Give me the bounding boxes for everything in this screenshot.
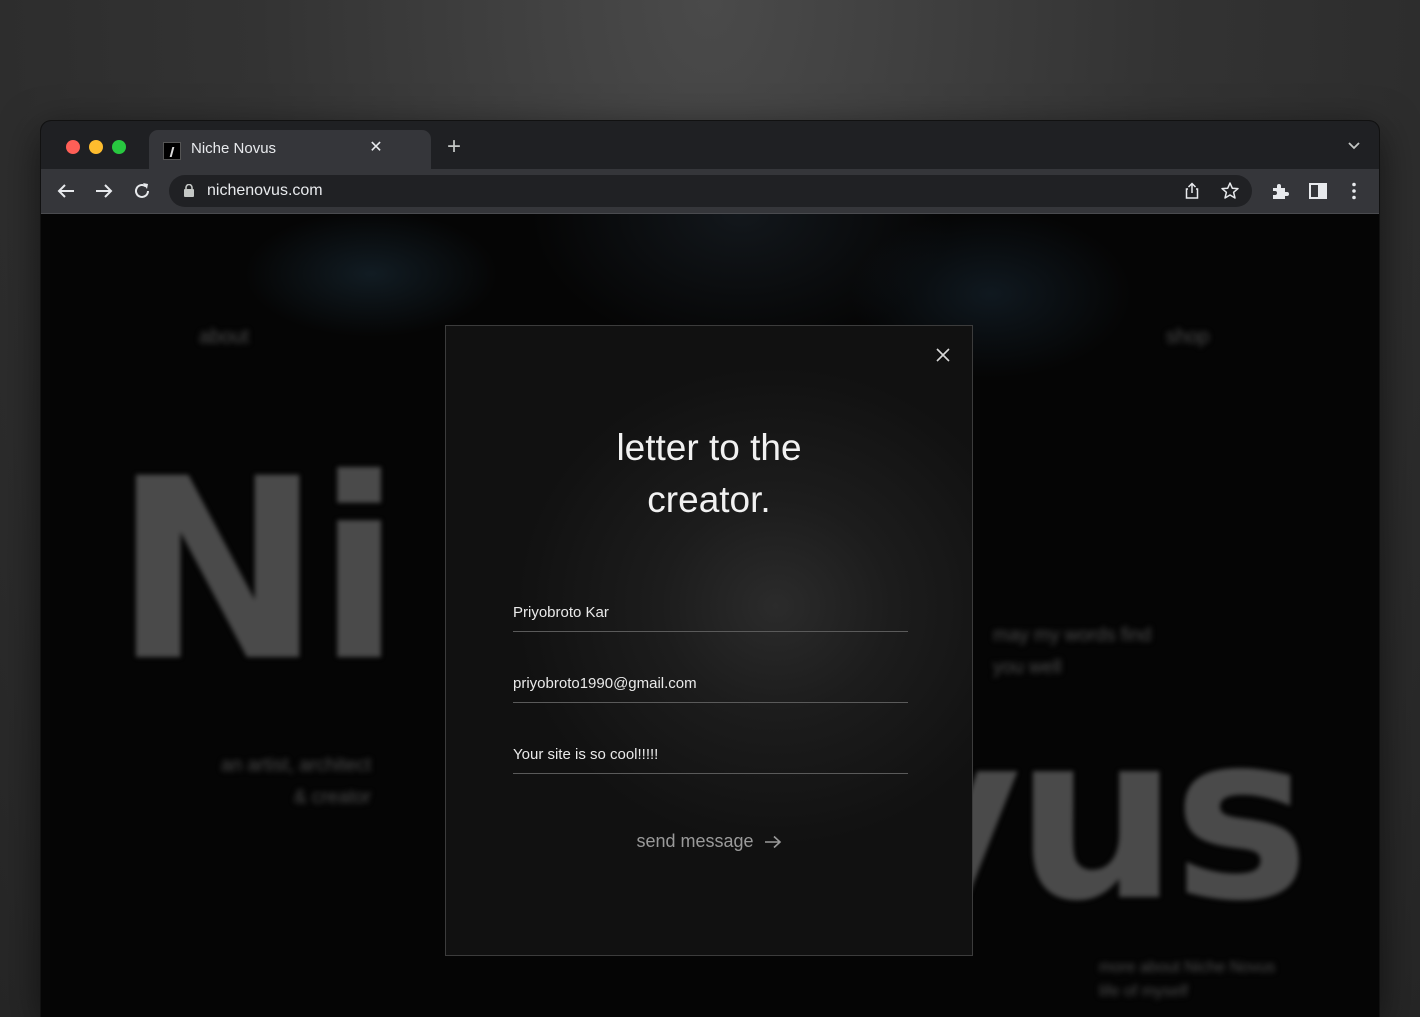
bg-quote-line: you well — [993, 657, 1062, 678]
message-field[interactable] — [513, 738, 908, 774]
close-icon[interactable] — [934, 346, 952, 364]
share-icon[interactable] — [1182, 181, 1202, 201]
bg-nav-about: about — [199, 326, 250, 348]
minimize-window-button[interactable] — [89, 140, 103, 154]
bg-quote-line: may my words find — [993, 625, 1152, 646]
bg-tagline-line: an artist, architect — [221, 755, 371, 776]
email-field[interactable] — [513, 667, 908, 703]
side-panel-icon[interactable] — [1307, 180, 1329, 202]
favicon-icon — [163, 142, 181, 160]
tab-close-icon[interactable]: ✕ — [366, 137, 386, 157]
url-text: nichenovus.com — [207, 182, 323, 199]
contact-modal: letter to the creator. send message — [445, 325, 973, 956]
send-message-button[interactable]: send message — [446, 831, 972, 852]
email-input[interactable] — [513, 673, 908, 693]
modal-title-line: creator. — [647, 479, 771, 520]
star-icon[interactable] — [1220, 181, 1240, 201]
toolbar: nichenovus.com — [41, 169, 1379, 214]
tab-strip: Niche Novus ✕ + — [41, 121, 1379, 169]
kebab-menu-icon[interactable] — [1343, 180, 1365, 202]
tab-title: Niche Novus — [191, 140, 277, 157]
forward-arrow-icon[interactable] — [93, 180, 115, 202]
bg-footer-line: more about Niche Novus — [1099, 959, 1276, 976]
tab-niche-novus[interactable]: Niche Novus ✕ — [149, 130, 431, 169]
zoom-window-button[interactable] — [112, 140, 126, 154]
bg-tagline: an artist, architect & creator — [161, 750, 371, 814]
send-message-label: send message — [636, 831, 754, 851]
message-input[interactable] — [513, 744, 908, 764]
extensions-icon[interactable] — [1269, 180, 1291, 202]
modal-title: letter to the creator. — [446, 422, 972, 526]
modal-title-line: letter to the — [616, 427, 802, 468]
arrow-right-icon — [764, 835, 781, 848]
name-field[interactable] — [513, 596, 908, 632]
tab-search-chevron-icon[interactable] — [1347, 141, 1361, 151]
close-window-button[interactable] — [66, 140, 80, 154]
address-bar[interactable]: nichenovus.com — [169, 175, 1252, 207]
bg-nav-shop: shop — [1166, 326, 1210, 348]
reload-icon[interactable] — [131, 180, 153, 202]
back-arrow-icon[interactable] — [55, 180, 77, 202]
bg-quote: may my words find you well — [993, 620, 1151, 684]
name-input[interactable] — [513, 602, 908, 622]
web-page: about shop Ni vus an artist, architect &… — [41, 214, 1379, 1017]
lock-icon[interactable] — [184, 184, 194, 197]
new-tab-button[interactable]: + — [447, 135, 461, 159]
bg-footer-line: life of myself — [1099, 983, 1188, 1000]
browser-window: Niche Novus ✕ + nichenovus.com about sho… — [41, 121, 1379, 1017]
bg-footer-links: more about Niche Novus life of myself — [1099, 956, 1275, 1004]
bg-tagline-line: & creator — [293, 787, 371, 808]
bg-hero-text-left: Ni — [113, 425, 402, 716]
